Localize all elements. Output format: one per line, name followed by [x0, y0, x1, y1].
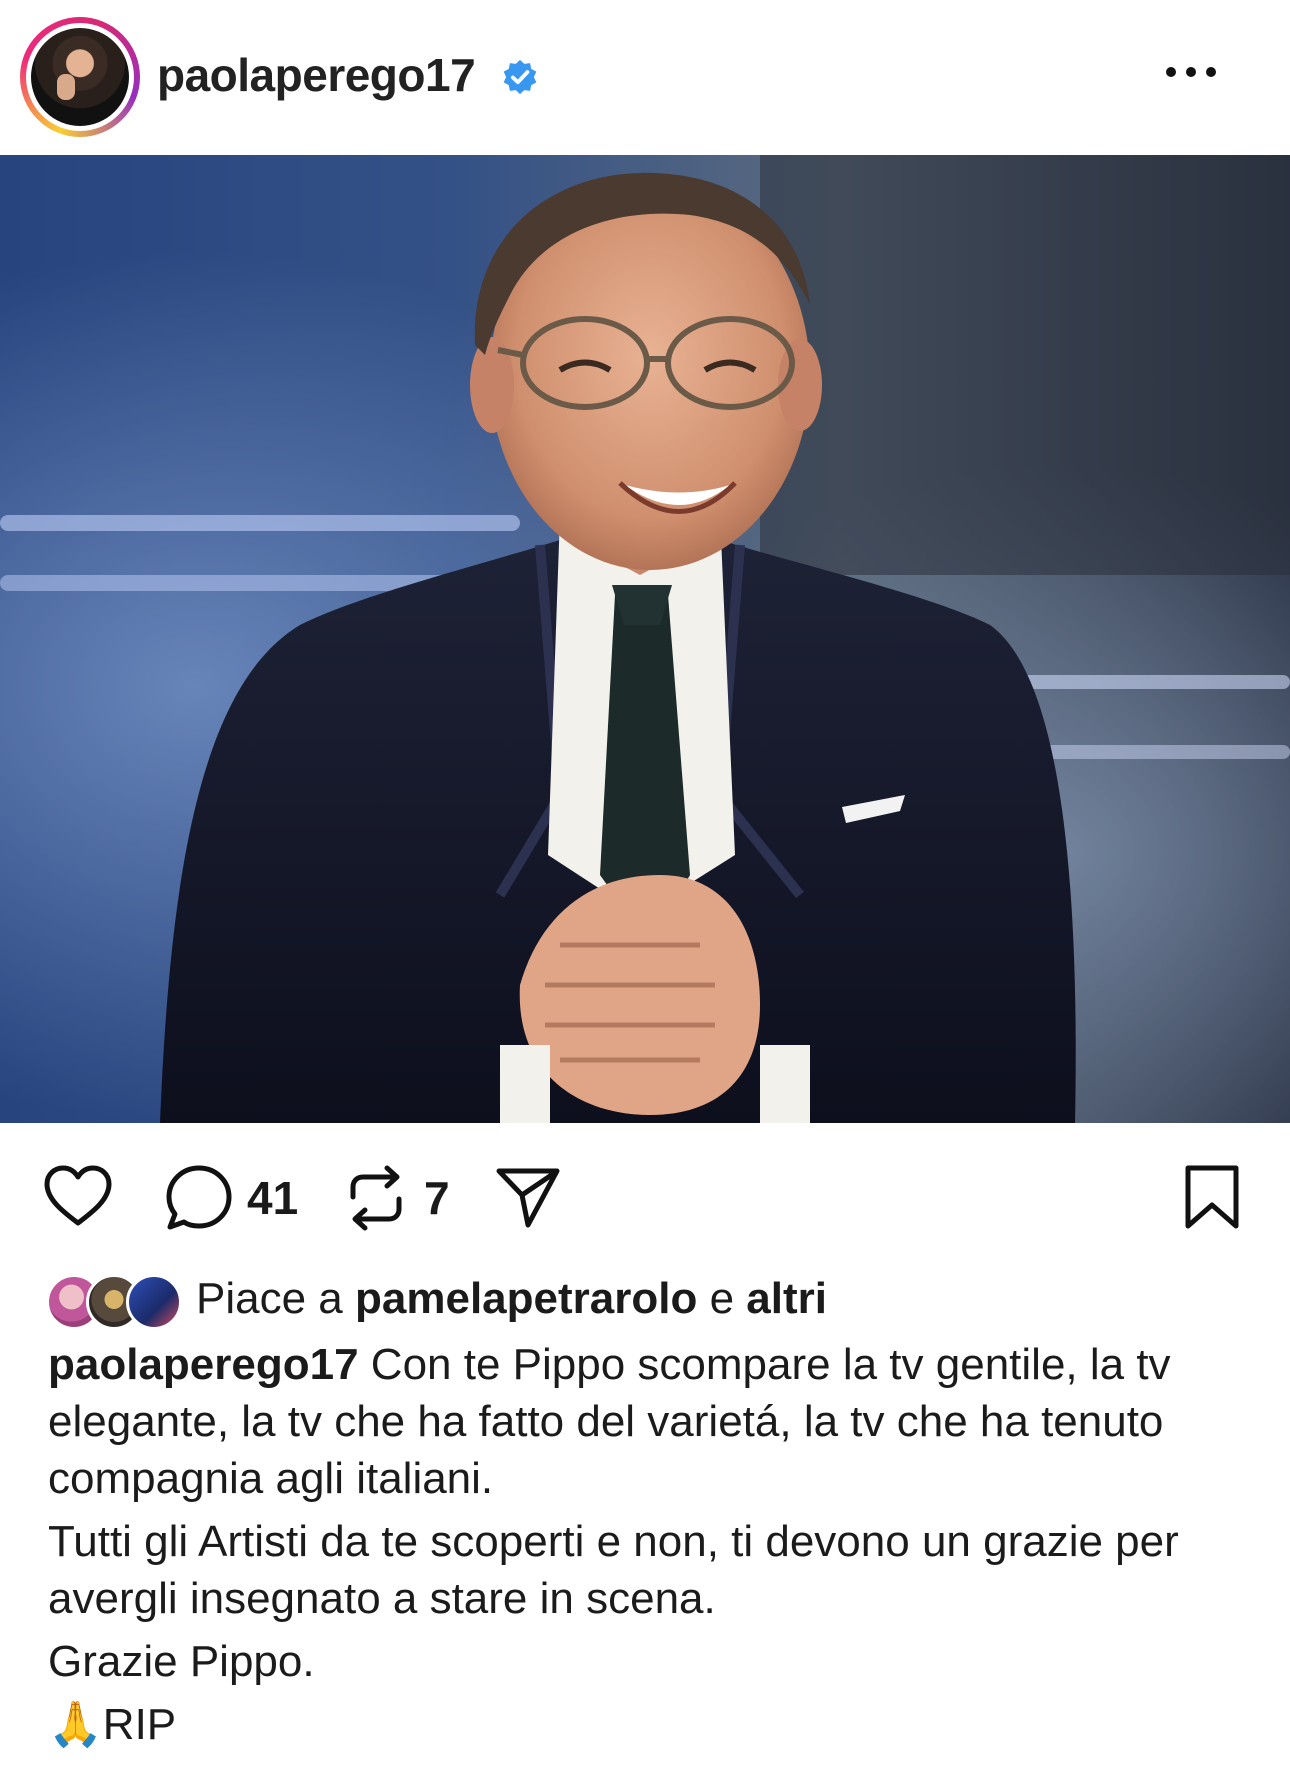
- post-actions: 41 7: [0, 1123, 1290, 1273]
- likes-row[interactable]: Piace a pamelapetrarolo e altri: [46, 1270, 1246, 1330]
- post-caption: paolaperego17 Con te Pippo scompare la t…: [48, 1336, 1258, 1753]
- likes-others-link[interactable]: altri: [746, 1274, 827, 1323]
- liker-avatar: [126, 1274, 182, 1330]
- story-ring[interactable]: [20, 17, 140, 137]
- avatar-hand: [57, 74, 75, 100]
- comment-icon[interactable]: [164, 1163, 234, 1233]
- caption-text-2: Tutti gli Artisti da te scoperti e non, …: [48, 1517, 1179, 1623]
- liker-avatars[interactable]: [46, 1274, 186, 1330]
- caption-paragraph-1: paolaperego17 Con te Pippo scompare la t…: [48, 1336, 1258, 1507]
- caption-author[interactable]: paolaperego17: [48, 1340, 359, 1389]
- verified-badge-icon: [503, 59, 537, 95]
- avatar-photo: [31, 28, 129, 126]
- heart-icon[interactable]: [42, 1165, 114, 1229]
- bookmark-icon[interactable]: [1182, 1163, 1242, 1231]
- caption-text-4: RIP: [102, 1700, 177, 1749]
- header-username[interactable]: paolaperego17: [157, 48, 476, 102]
- likes-prefix: Piace a: [196, 1274, 343, 1323]
- repost-icon[interactable]: [345, 1163, 407, 1233]
- pray-emoji-icon: 🙏: [48, 1700, 103, 1749]
- avatar[interactable]: [26, 23, 134, 131]
- likes-conjunction: e: [709, 1274, 735, 1323]
- liker-username[interactable]: pamelapetrarolo: [355, 1274, 697, 1323]
- post-photo[interactable]: [0, 155, 1290, 1123]
- likes-summary: Piace a pamelapetrarolo e altri: [196, 1274, 827, 1324]
- more-horizontal-icon[interactable]: [1164, 60, 1218, 84]
- repost-count: 7: [424, 1172, 450, 1224]
- post-header: paolaperego17: [0, 0, 1290, 155]
- caption-paragraph-4: 🙏RIP: [48, 1696, 1258, 1753]
- caption-text-3: Grazie Pippo.: [48, 1637, 315, 1686]
- send-icon[interactable]: [494, 1163, 562, 1231]
- comment-count: 41: [247, 1172, 299, 1224]
